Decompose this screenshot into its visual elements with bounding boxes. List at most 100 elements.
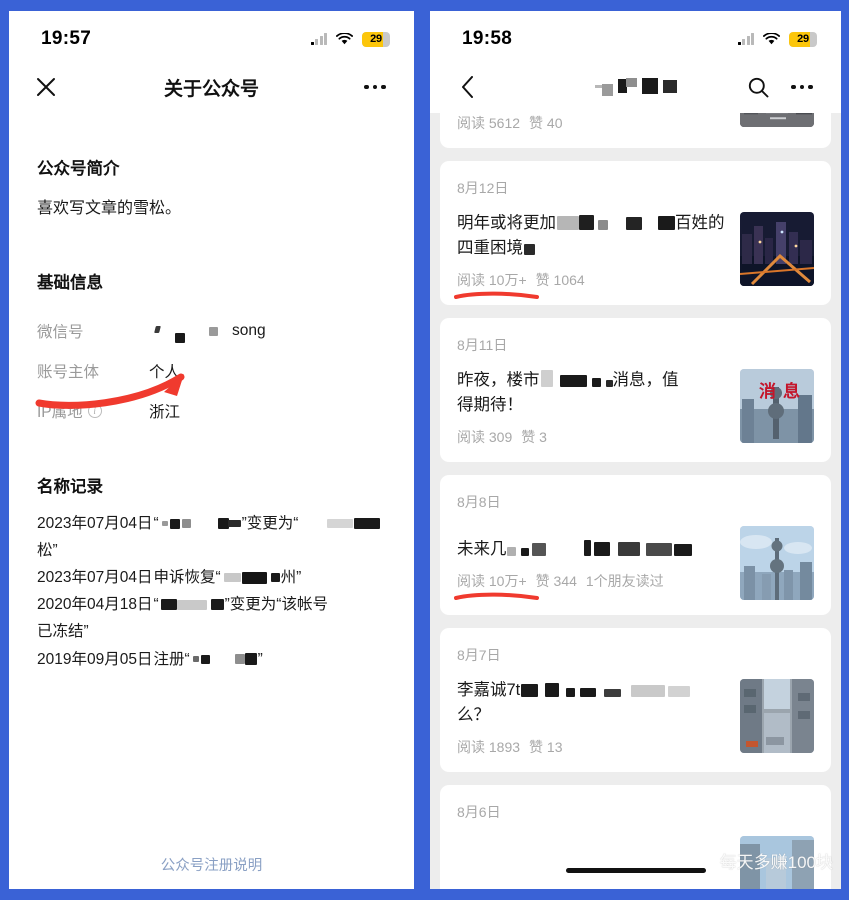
redaction-block xyxy=(591,377,601,387)
article-text: 未来几 阅读 10万+ 赞 344 1个朋友读过 xyxy=(454,526,728,600)
left-phone-screen: 19:57 29 关于公众号 公众号简介 喜欢写文章的雪松。 基础信息 微信号 … xyxy=(9,11,414,889)
article-meta: 阅读 1893 赞 13 xyxy=(457,737,563,757)
screenshot-stage: 19:57 29 关于公众号 公众号简介 喜欢写文章的雪松。 基础信息 微信号 … xyxy=(0,0,849,900)
name-record-row: 2019年09月05日 注册“ ” xyxy=(37,647,386,672)
article-card[interactable]: 8月7日 李嘉诚7t 么？ 阅读 1893 赞 13 xyxy=(440,627,831,772)
article-title: 明年或将更加 百姓的 四重困境 xyxy=(457,212,728,261)
article-card[interactable]: 8月12日 明年或将更加 百姓的 四重困境 阅读 10万+ 赞 1064 xyxy=(440,161,831,305)
article-title-line2: 得期待！ xyxy=(457,395,523,414)
status-indicators: 29 xyxy=(737,31,817,47)
redaction-block xyxy=(200,654,210,664)
record-text: “ xyxy=(153,515,159,532)
article-list[interactable]: 阅读 5612 赞 40 8月12日 明年或将更加 百姓的 四重困境 阅读 10… xyxy=(430,113,841,889)
like-count: 赞 13 xyxy=(529,738,563,755)
record-text: “ xyxy=(153,596,159,614)
redaction-block xyxy=(520,547,529,556)
name-record-heading: 名称记录 xyxy=(37,478,103,496)
article-text: 阅读 5612 赞 40 xyxy=(457,113,728,133)
article-title-prefix: 李嘉诚7t xyxy=(457,680,521,699)
info-label: 微信号 xyxy=(37,324,84,341)
redaction-block xyxy=(631,684,666,697)
redaction-block xyxy=(658,216,675,230)
redaction-block xyxy=(169,518,180,529)
cellular-signal-icon xyxy=(737,33,754,45)
right-phone-screen: 19:58 29 阅读 5612 赞 40 8月12日 明年或将更加 百姓的 四… xyxy=(430,11,841,889)
article-title-prefix: 明年或将更加 xyxy=(457,214,556,232)
article-text: 明年或将更加 百姓的 四重困境 阅读 10万+ 赞 1064 xyxy=(454,212,728,299)
article-thumbnail: 消 息 xyxy=(740,368,814,443)
article-content: 未来几 阅读 10万+ 赞 344 1个朋友读过 xyxy=(454,525,814,600)
article-content: 阅读 5612 赞 40 xyxy=(457,113,814,133)
article-meta: 阅读 5612 赞 40 xyxy=(457,113,563,133)
article-content xyxy=(457,835,814,889)
redaction-block xyxy=(605,379,613,387)
name-record-row: 2020年04月18日 “ ”变更为“该帐号 已冻结” xyxy=(37,592,386,644)
redaction-block xyxy=(524,243,535,255)
status-time: 19:57 xyxy=(41,28,92,49)
redaction-block xyxy=(566,687,576,697)
info-value: song xyxy=(149,322,266,343)
article-thumbnail xyxy=(740,212,814,286)
left-nav-bar: 关于公众号 xyxy=(9,61,414,113)
redaction-block xyxy=(270,573,280,583)
status-time: 19:58 xyxy=(462,28,513,49)
redaction-block xyxy=(154,326,161,333)
right-status-bar: 19:58 29 xyxy=(430,11,841,61)
read-count: 阅读 10万+ xyxy=(457,572,527,589)
article-title: 李嘉诚7t 么？ xyxy=(457,679,728,728)
info-icon[interactable]: i xyxy=(87,404,102,418)
redaction-block xyxy=(557,216,579,230)
redaction-block xyxy=(161,521,168,527)
article-thumbnail xyxy=(740,835,814,889)
battery-level: 29 xyxy=(797,33,809,45)
article-title-prefix: 未来几 xyxy=(457,539,507,558)
redaction-block xyxy=(175,333,185,343)
article-card[interactable]: 8月11日 昨夜，楼市 消息，值 得期待！ 阅读 309 赞 3 消 息 xyxy=(440,317,831,462)
record-text: ”变更为“该帐号 xyxy=(224,596,328,614)
search-icon[interactable] xyxy=(743,72,773,102)
back-chevron-icon[interactable] xyxy=(452,72,482,102)
left-content-body: 公众号简介 喜欢写文章的雪松。 基础信息 微信号 song 账号主体 个人 IP… xyxy=(9,155,414,889)
record-text: 申诉恢复“ xyxy=(153,569,221,587)
article-meta: 阅读 10万+ 赞 344 1个朋友读过 xyxy=(454,571,664,600)
like-count: 赞 3 xyxy=(521,428,547,445)
article-title: 未来几 xyxy=(457,538,728,562)
article-card[interactable]: 8月8日 未来几 阅读 10万+ 赞 344 1个朋友读过 xyxy=(440,474,831,615)
more-options-icon[interactable] xyxy=(787,72,817,102)
name-record-row: 2023年07月04日 申诉恢复“ 州” xyxy=(37,565,386,590)
register-instructions-link[interactable]: 公众号注册说明 xyxy=(9,854,414,875)
info-value-text: 浙江 xyxy=(149,404,181,421)
svg-text:消: 消 xyxy=(759,381,776,401)
record-text: ” xyxy=(257,650,263,668)
article-date: 8月8日 xyxy=(457,493,501,510)
battery-level: 29 xyxy=(370,33,382,45)
red-underline-annotation xyxy=(454,592,539,600)
article-content: 昨夜，楼市 消息，值 得期待！ 阅读 309 赞 3 消 息 xyxy=(457,368,814,447)
article-title-suffix: 消息，值 xyxy=(612,370,679,389)
page-title: 关于公众号 xyxy=(163,78,259,100)
redaction-block xyxy=(241,571,267,584)
info-row-ip-location: IP属地 i 浙江 xyxy=(37,391,386,431)
account-name-title-redacted xyxy=(430,71,841,101)
record-date: 2019年09月05日 xyxy=(37,650,153,668)
redaction-block xyxy=(176,599,207,610)
article-text: 昨夜，楼市 消息，值 得期待！ 阅读 309 赞 3 xyxy=(457,369,728,447)
article-text: 李嘉诚7t 么？ 阅读 1893 赞 13 xyxy=(457,679,728,757)
article-content: 明年或将更加 百姓的 四重困境 阅读 10万+ 赞 1064 xyxy=(454,212,814,299)
redaction-block xyxy=(327,519,354,529)
info-label-text: IP属地 xyxy=(37,404,83,421)
article-title-line2: 么？ xyxy=(457,705,490,724)
battery-indicator: 29 xyxy=(789,31,817,47)
info-label: IP属地 i xyxy=(37,400,149,422)
info-value-text: 个人 xyxy=(149,364,181,381)
like-count: 赞 344 xyxy=(535,572,577,589)
wifi-icon xyxy=(763,32,780,46)
more-options-icon[interactable] xyxy=(360,72,390,102)
name-record-row: 2023年07月04日 “ ”变更为“ 松” xyxy=(37,511,386,563)
close-icon[interactable] xyxy=(31,72,61,102)
redaction-block xyxy=(521,683,539,697)
article-card[interactable]: 阅读 5612 赞 40 xyxy=(440,113,831,148)
article-date: 8月12日 xyxy=(457,180,509,196)
article-card[interactable]: 8月6日 xyxy=(440,784,831,889)
record-text: 州” xyxy=(280,569,302,587)
